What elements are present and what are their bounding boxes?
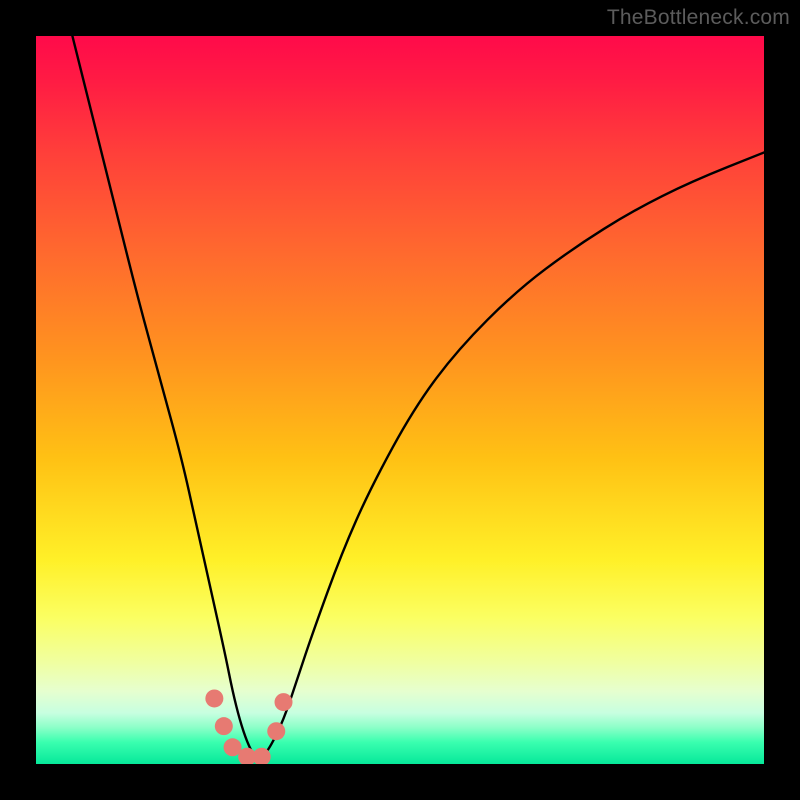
curve-markers bbox=[205, 689, 292, 764]
plot-area bbox=[36, 36, 764, 764]
curve-marker bbox=[215, 717, 233, 735]
curve-marker bbox=[275, 693, 293, 711]
curve-marker bbox=[267, 722, 285, 740]
bottleneck-curve bbox=[72, 36, 764, 757]
chart-frame: TheBottleneck.com bbox=[0, 0, 800, 800]
curve-layer bbox=[36, 36, 764, 764]
watermark-text: TheBottleneck.com bbox=[607, 6, 790, 30]
curve-marker bbox=[205, 689, 223, 707]
